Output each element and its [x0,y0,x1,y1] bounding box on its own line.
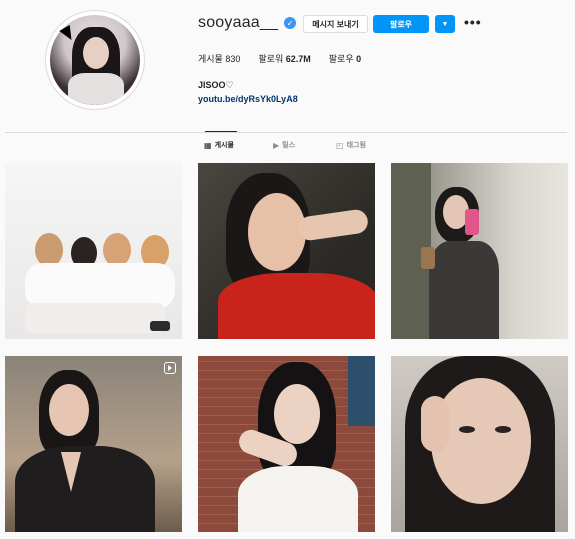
tab-reels[interactable]: ▶ 릴스 [273,140,295,150]
profile-tabs: ▦ 게시물 ▶ 릴스 ◰ 태그됨 [0,140,575,154]
followers-label: 팔로워 [258,54,284,64]
reel-badge-icon [164,362,176,374]
followers-stat[interactable]: 팔로워 62.7M [258,52,310,65]
post-thumbnail[interactable] [391,356,568,532]
post-thumbnail[interactable] [198,163,375,339]
grid-icon: ▦ [204,140,212,150]
chevron-down-icon[interactable]: ▼ [435,15,455,33]
tab-tagged[interactable]: ◰ 태그됨 [336,140,366,150]
posts-stat: 게시물 830 [198,52,240,65]
post-thumbnail[interactable] [198,356,375,532]
tab-posts[interactable]: ▦ 게시물 [204,140,234,150]
follow-button[interactable]: 팔로우 [373,15,429,33]
tagged-icon: ◰ [336,140,344,150]
following-stat[interactable]: 팔로우 0 [329,52,361,65]
post-thumbnail[interactable] [5,356,182,532]
tabs-divider [5,132,567,133]
bio-link[interactable]: youtu.be/dyRsYk0LyA8 [198,94,298,104]
profile-avatar[interactable] [45,10,145,110]
following-count: 0 [356,54,362,64]
tab-reels-label: 릴스 [282,142,296,149]
username-row: sooyaaa__ ✓ [198,12,297,34]
post-thumbnail[interactable] [5,163,182,339]
reels-icon: ▶ [273,140,280,150]
profile-header: sooyaaa__ ✓ 메시지 보내기 팔로우 ▼ ••• 게시물 830 팔로… [0,0,575,132]
tab-tagged-label: 태그됨 [346,142,366,149]
username: sooyaaa__ [198,14,279,31]
profile-stats: 게시물 830 팔로워 62.7M 팔로우 0 [198,52,379,65]
verified-badge-icon: ✓ [284,17,297,29]
bio-name: JISOO♡ [198,80,234,90]
tab-posts-label: 게시물 [214,142,234,149]
followers-count: 62.7M [285,54,311,64]
posts-label: 게시물 [198,54,223,64]
post-thumbnail[interactable] [391,163,568,339]
posts-grid [5,163,568,539]
message-button[interactable]: 메시지 보내기 [303,15,368,33]
more-options-icon[interactable]: ••• [464,14,482,30]
following-label: 팔로우 [328,54,354,64]
active-tab-indicator [205,131,237,132]
posts-count: 830 [225,54,241,64]
